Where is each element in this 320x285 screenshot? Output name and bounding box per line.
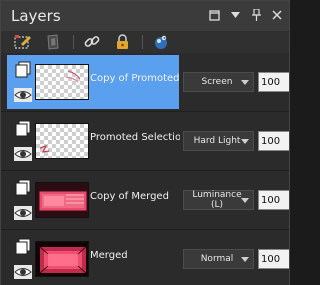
window-controls — [208, 8, 283, 22]
raster-layer-icon — [15, 61, 31, 78]
layer-row[interactable]: Copy of Merged Luminance (L) 100 — [1, 171, 289, 229]
opacity-field[interactable]: 100 — [258, 72, 289, 92]
opacity-field[interactable]: 100 — [258, 131, 289, 151]
blend-mode-value: Normal — [200, 254, 234, 264]
raster-layer-icon — [15, 179, 31, 196]
layer-thumbnail[interactable] — [35, 64, 89, 100]
dropdown-arrow-icon[interactable] — [229, 8, 241, 22]
layers-toolbar — [1, 31, 289, 53]
pin-icon[interactable] — [250, 8, 262, 22]
dropdown-arrow-icon — [241, 139, 249, 144]
layer-name[interactable]: Copy of Promoted Selection — [90, 73, 180, 84]
raster-layer-icon — [15, 120, 31, 137]
close-icon[interactable] — [271, 8, 283, 22]
dropdown-arrow-icon — [241, 80, 249, 85]
layer-row[interactable]: Copy of Promoted Selection Screen 100 — [1, 53, 289, 111]
opacity-field[interactable]: 100 — [258, 190, 289, 210]
dropdown-arrow-icon — [241, 257, 249, 262]
layer-thumbnail[interactable] — [35, 123, 89, 159]
toolbar-divider — [142, 35, 143, 49]
blend-mode-dropdown[interactable]: Normal — [183, 249, 254, 269]
lock-icon[interactable] — [112, 33, 132, 51]
layer-list: Copy of Promoted Selection Screen 100 Pr… — [1, 53, 289, 285]
blend-mode-dropdown[interactable]: Hard Light — [183, 131, 254, 151]
opacity-field[interactable]: 100 — [258, 249, 289, 269]
layer-name[interactable]: Copy of Merged — [90, 191, 180, 202]
maximize-icon[interactable] — [208, 8, 220, 22]
blend-mode-value: Luminance (L) — [192, 190, 242, 210]
blend-mode-value: Hard Light — [193, 136, 241, 146]
layer-row[interactable]: Merged Normal 100 — [1, 230, 289, 285]
dropdown-arrow-icon — [241, 198, 249, 203]
eye-icon[interactable] — [14, 206, 32, 220]
eye-icon[interactable] — [14, 147, 32, 161]
link-icon[interactable] — [82, 33, 102, 51]
eye-icon[interactable] — [14, 88, 32, 102]
layer-row[interactable]: Promoted Selection Hard Light 100 — [1, 112, 289, 170]
blend-mode-value: Screen — [201, 77, 233, 87]
mask-icon[interactable] — [43, 33, 63, 51]
eye-icon[interactable] — [14, 265, 32, 279]
blend-mode-dropdown[interactable]: Luminance (L) — [183, 190, 254, 210]
layer-thumbnail[interactable] — [35, 241, 89, 277]
layers-panel: Layers Copy of Promoted Screen 100 Promo… — [0, 0, 290, 285]
panel-title: Layers — [11, 7, 61, 25]
blend-mode-dropdown[interactable]: Screen — [183, 72, 254, 92]
edit-selection-icon[interactable] — [13, 33, 33, 51]
toolbar-divider — [73, 35, 74, 49]
layer-name[interactable]: Promoted Selection — [90, 132, 180, 143]
layer-thumbnail[interactable] — [35, 182, 89, 218]
palette-icon[interactable] — [151, 33, 171, 51]
panel-titlebar: Layers — [1, 1, 289, 31]
raster-layer-icon — [15, 238, 31, 255]
layer-name[interactable]: Merged — [90, 250, 180, 261]
